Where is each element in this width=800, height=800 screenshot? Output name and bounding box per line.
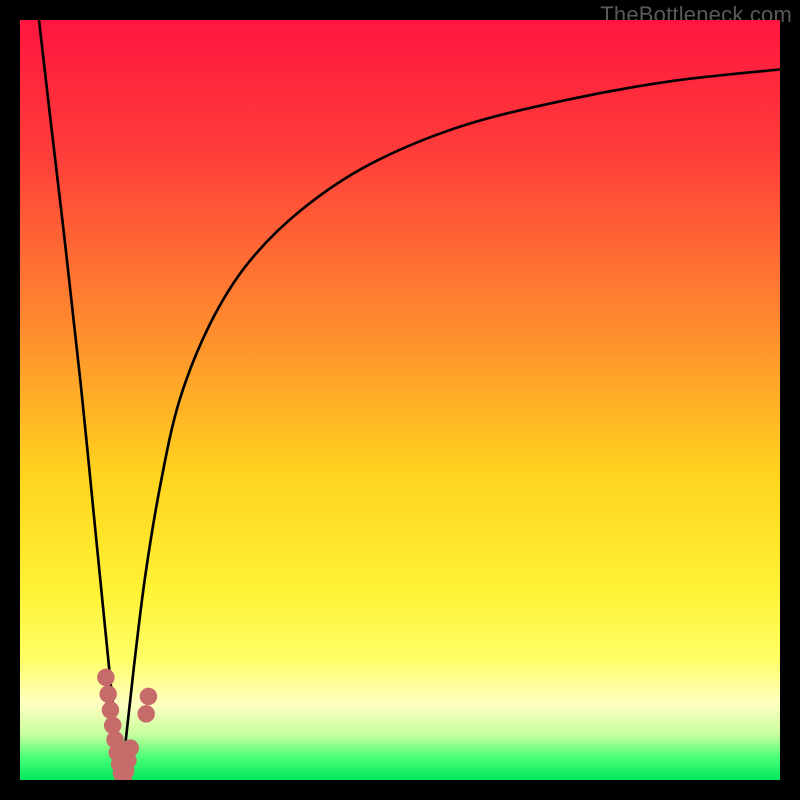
data-point [99, 685, 116, 702]
data-point [121, 739, 138, 756]
data-point [97, 669, 114, 686]
chart-frame: TheBottleneck.com [0, 0, 800, 800]
chart-svg [20, 20, 780, 780]
plot-area [20, 20, 780, 780]
data-point [140, 688, 157, 705]
data-point [102, 701, 119, 718]
data-point [137, 705, 154, 722]
